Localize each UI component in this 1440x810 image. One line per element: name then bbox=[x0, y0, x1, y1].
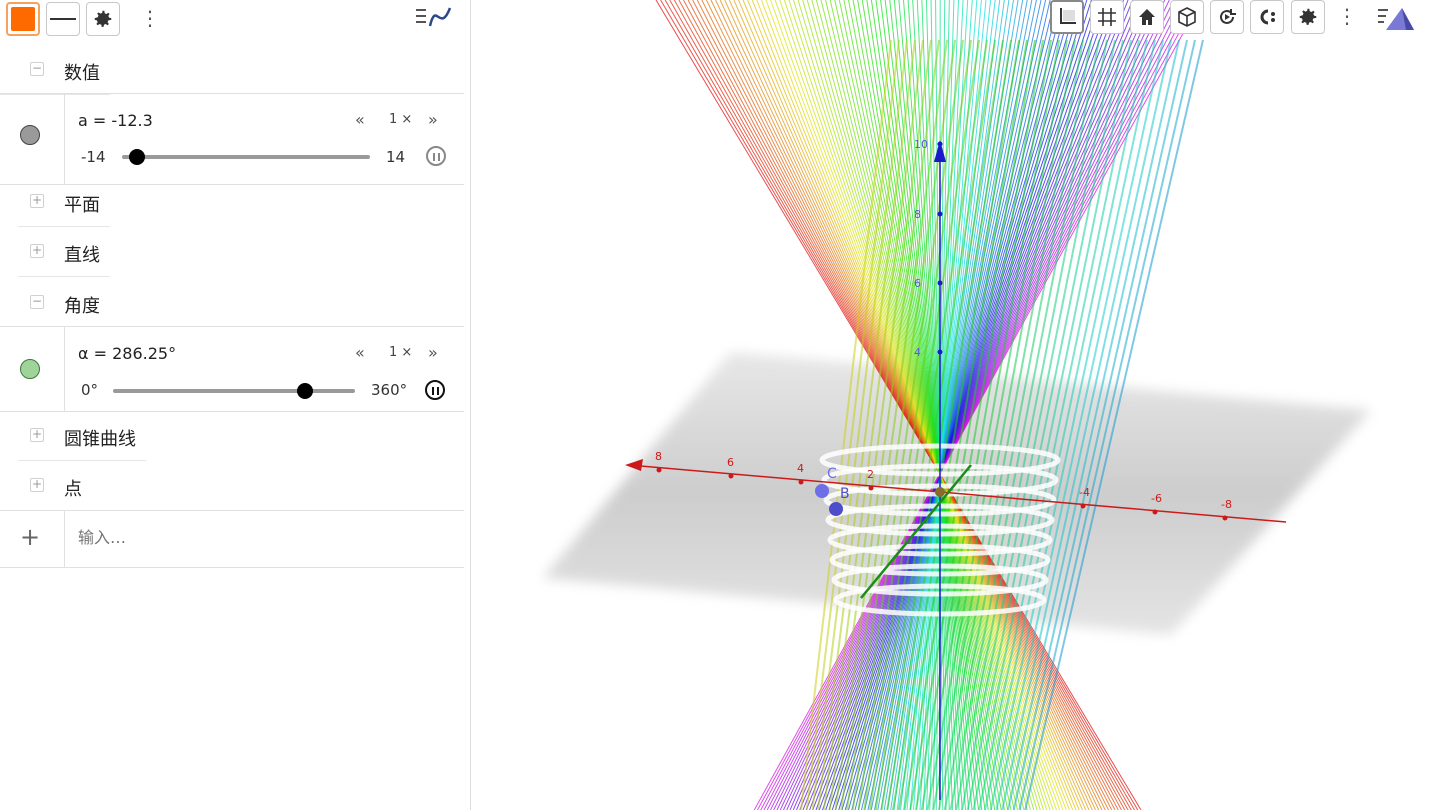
graph-view-icon[interactable] bbox=[414, 4, 454, 36]
rewind-icon[interactable]: « bbox=[355, 110, 365, 129]
slider-a-min: -14 bbox=[81, 148, 106, 166]
axes-icon[interactable] bbox=[1050, 0, 1084, 34]
visibility-column bbox=[0, 94, 65, 184]
cube-view-icon[interactable] bbox=[1170, 0, 1204, 34]
point-b-label: B bbox=[840, 486, 850, 502]
expand-icon[interactable]: + bbox=[30, 244, 44, 258]
algebra-input[interactable] bbox=[76, 527, 450, 548]
z-tick-label: 6 bbox=[914, 277, 921, 290]
visibility-toggle-alpha[interactable] bbox=[20, 359, 40, 379]
section-numbers-label: 数值 bbox=[64, 63, 100, 84]
pause-icon[interactable] bbox=[426, 146, 446, 166]
color-swatch-icon[interactable] bbox=[6, 2, 40, 36]
z-tick-label: 10 bbox=[914, 138, 928, 151]
x-tick bbox=[1080, 503, 1086, 509]
input-bar: + bbox=[0, 510, 464, 568]
settings-icon[interactable] bbox=[1291, 0, 1325, 34]
slider-a-max: 14 bbox=[386, 148, 406, 166]
point-c-label: C bbox=[827, 466, 837, 482]
speed-label[interactable]: 1 × bbox=[389, 112, 412, 127]
section-planes-label: 平面 bbox=[64, 195, 100, 216]
graphics-toolbar: ⋮ bbox=[1050, 0, 1440, 38]
rotate-icon[interactable] bbox=[1210, 0, 1244, 34]
section-lines[interactable]: + 直线 bbox=[18, 228, 110, 277]
point-b[interactable] bbox=[829, 502, 843, 516]
home-icon[interactable] bbox=[1130, 0, 1164, 34]
rewind-icon[interactable]: « bbox=[355, 343, 365, 362]
x-tick-label: -6 bbox=[1151, 492, 1162, 505]
x-tick bbox=[1222, 515, 1228, 521]
x-tick bbox=[728, 473, 734, 479]
slider-alpha-thumb[interactable] bbox=[297, 383, 314, 399]
x-tick-label: 8 bbox=[655, 450, 662, 463]
slider-alpha-item: α = 286.25° « 1 × » 0° 360° bbox=[0, 326, 464, 412]
z-tick bbox=[937, 280, 943, 286]
color-swatch bbox=[11, 7, 35, 31]
slider-a-definition[interactable]: a = -12.3 bbox=[78, 111, 153, 130]
slider-alpha-max: 360° bbox=[371, 381, 408, 399]
z-tick bbox=[937, 349, 943, 355]
point-c[interactable] bbox=[815, 484, 829, 498]
capture-icon[interactable] bbox=[1250, 0, 1284, 34]
collapse-icon[interactable]: − bbox=[30, 295, 44, 309]
slider-a-track[interactable] bbox=[122, 155, 370, 159]
section-conics-label: 圆锥曲线 bbox=[64, 429, 136, 450]
x-tick-label: 2 bbox=[867, 468, 874, 481]
expand-icon[interactable]: + bbox=[30, 428, 44, 442]
x-tick-label: -4 bbox=[1079, 486, 1090, 499]
z-tick-label: 8 bbox=[914, 208, 921, 221]
z-tick bbox=[937, 211, 943, 217]
section-planes[interactable]: + 平面 bbox=[18, 178, 110, 227]
slider-alpha-min: 0° bbox=[81, 381, 99, 399]
settings-icon[interactable] bbox=[86, 2, 120, 36]
visibility-column bbox=[0, 327, 65, 411]
section-conics[interactable]: + 圆锥曲线 bbox=[18, 412, 146, 461]
expand-icon[interactable]: + bbox=[30, 478, 44, 492]
x-tick bbox=[1152, 509, 1158, 515]
slider-alpha-definition[interactable]: α = 286.25° bbox=[78, 344, 176, 363]
divider bbox=[64, 511, 65, 567]
slider-a-item: a = -12.3 « 1 × » -14 14 bbox=[0, 93, 464, 185]
forward-icon[interactable]: » bbox=[428, 110, 438, 129]
x-tick bbox=[656, 467, 662, 473]
more-icon[interactable]: ⋮ bbox=[1337, 6, 1357, 26]
section-angles[interactable]: − 角度 bbox=[18, 279, 110, 327]
x-tick bbox=[798, 479, 804, 485]
add-icon[interactable]: + bbox=[20, 525, 40, 549]
x-tick-label: 4 bbox=[797, 462, 804, 475]
collapse-icon[interactable]: − bbox=[30, 62, 44, 76]
section-lines-label: 直线 bbox=[64, 245, 100, 266]
z-tick-label: 4 bbox=[914, 346, 921, 359]
speed-label[interactable]: 1 × bbox=[389, 345, 412, 360]
pause-icon[interactable] bbox=[425, 380, 445, 400]
x-tick-label: 6 bbox=[727, 456, 734, 469]
visibility-toggle-a[interactable] bbox=[20, 125, 40, 145]
graphics-canvas[interactable]: 8 6 4 2 -4 -6 -8 10 8 6 4 C B bbox=[471, 0, 1440, 810]
forward-icon[interactable]: » bbox=[428, 343, 438, 362]
z-tick bbox=[937, 141, 943, 147]
section-points[interactable]: + 点 bbox=[18, 462, 110, 510]
x-tick-label: -8 bbox=[1221, 498, 1232, 511]
algebra-panel: ⋮ − 数值 a = -12.3 « 1 × » -14 14 + 平面 + 直… bbox=[0, 0, 471, 810]
algebra-toolbar: ⋮ bbox=[0, 0, 470, 40]
grid-icon[interactable] bbox=[1090, 0, 1124, 34]
slider-alpha-track[interactable] bbox=[113, 389, 355, 393]
slider-a-thumb[interactable] bbox=[129, 149, 146, 165]
perspective-icon[interactable] bbox=[1376, 4, 1416, 36]
section-points-label: 点 bbox=[64, 479, 82, 500]
graphics-3d-view[interactable]: 8 6 4 2 -4 -6 -8 10 8 6 4 C B ⋮ bbox=[471, 0, 1440, 810]
expand-icon[interactable]: + bbox=[30, 194, 44, 208]
section-angles-label: 角度 bbox=[64, 296, 100, 317]
origin-point bbox=[935, 487, 945, 497]
section-numbers[interactable]: − 数值 bbox=[0, 46, 110, 95]
line-style-icon[interactable] bbox=[46, 2, 80, 36]
more-icon[interactable]: ⋮ bbox=[140, 8, 160, 28]
x-tick bbox=[868, 485, 874, 491]
